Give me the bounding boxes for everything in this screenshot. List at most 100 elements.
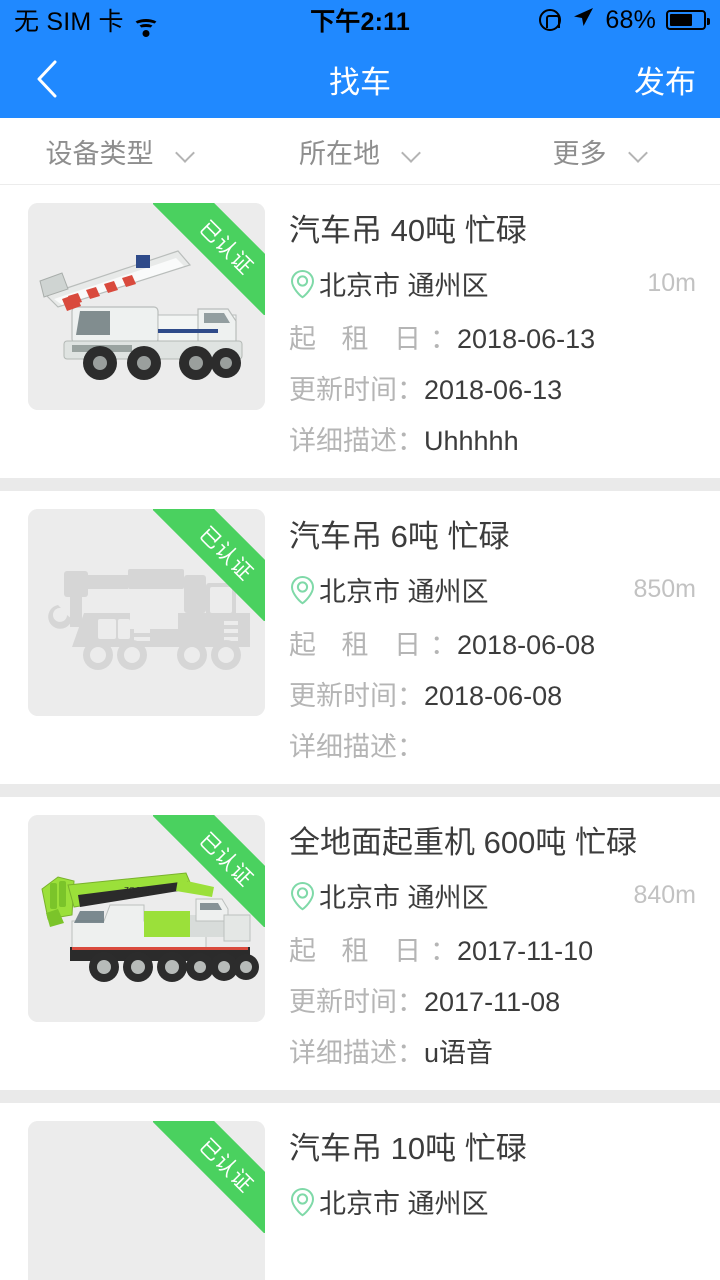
chevron-left-icon xyxy=(37,60,57,98)
listing-location: 北京市 通州区 xyxy=(319,577,489,607)
filter-more-label: 更多 xyxy=(552,138,607,169)
list-item[interactable]: 已认证 汽车吊 10吨 忙碌 北京市 通州区 xyxy=(0,1103,720,1280)
list-item[interactable]: ZOOMLION 已认证 全地面起重机 600吨 忙碌 北京市 通州区 840m… xyxy=(0,797,720,1090)
listing-update-time-row: 更新时间：2018-06-13 xyxy=(289,368,696,407)
colon: ： xyxy=(430,630,458,660)
colon: ： xyxy=(397,681,424,711)
map-pin-icon xyxy=(290,575,315,604)
listing-title: 汽车吊 10吨 忙碌 xyxy=(289,1131,527,1166)
map-pin-icon xyxy=(290,881,315,910)
listing-update-time: 2018-06-08 xyxy=(424,681,563,711)
listing-info: 汽车吊 10吨 忙碌 北京市 通州区 xyxy=(289,1121,696,1280)
listing-location: 北京市 通州区 xyxy=(319,883,489,913)
map-pin-icon xyxy=(290,269,315,298)
listing-description-row: 详细描述： xyxy=(289,725,696,764)
colon: ： xyxy=(430,324,458,354)
navigation-bar: 找车 发布 xyxy=(0,40,720,118)
filter-equipment-type-label: 设备类型 xyxy=(45,138,154,169)
description-label: 详细描述 xyxy=(289,732,397,762)
start-date-label: 起 租 日 xyxy=(289,936,431,966)
colon: ： xyxy=(397,426,424,456)
listing-distance: 840m xyxy=(633,881,696,909)
update-time-label: 更新时间 xyxy=(289,987,397,1017)
wifi-icon xyxy=(132,19,159,38)
colon: ： xyxy=(397,987,424,1017)
listing-distance: 850m xyxy=(633,575,696,603)
filter-equipment-type[interactable]: 设备类型 xyxy=(0,118,240,184)
listing-thumbnail[interactable]: 已认证 xyxy=(28,203,265,410)
listing-info: 汽车吊 6吨 忙碌 北京市 通州区 850m 起 租 日：2018-06-08 … xyxy=(289,509,696,764)
listing-thumbnail[interactable]: ZOOMLION 已认证 xyxy=(28,815,265,1022)
battery-icon xyxy=(666,10,710,30)
listing-thumbnail[interactable]: 已认证 xyxy=(28,509,265,716)
description-label: 详细描述 xyxy=(289,1038,397,1068)
chevron-down-icon xyxy=(402,146,421,157)
publish-button[interactable]: 发布 xyxy=(634,57,696,102)
listing-info: 汽车吊 40吨 忙碌 北京市 通州区 10m 起 租 日：2018-06-13 … xyxy=(289,203,696,458)
battery-percent-label: 68% xyxy=(605,5,656,34)
colon: ： xyxy=(397,732,424,762)
status-bar-left: 无 SIM 卡 xyxy=(14,2,159,38)
listing-location: 北京市 通州区 xyxy=(319,1189,489,1219)
listing-update-time: 2018-06-13 xyxy=(424,375,563,405)
listing-start-date-row: 起 租 日：2017-11-10 xyxy=(289,929,696,968)
filter-bar: 设备类型 所在地 更多 xyxy=(0,118,720,185)
listing-start-date: 2018-06-13 xyxy=(457,324,596,354)
status-bar: 无 SIM 卡 下午2:11 68% xyxy=(0,0,720,40)
carrier-label: 无 SIM 卡 xyxy=(14,8,124,36)
listing-start-date: 2017-11-10 xyxy=(457,936,594,966)
listing-list[interactable]: 已认证 汽车吊 40吨 忙碌 北京市 通州区 10m 起 租 日：2018-06… xyxy=(0,185,720,1280)
back-button[interactable] xyxy=(24,56,70,102)
rotation-lock-icon xyxy=(539,9,562,31)
colon: ： xyxy=(397,1038,424,1068)
listing-title: 汽车吊 6吨 忙碌 xyxy=(289,519,510,554)
listing-start-date-row: 起 租 日：2018-06-13 xyxy=(289,317,696,356)
listing-location-row: 北京市 通州区 850m xyxy=(289,570,696,609)
start-date-label: 起 租 日 xyxy=(289,630,431,660)
listing-update-time-row: 更新时间：2018-06-08 xyxy=(289,674,696,713)
update-time-label: 更新时间 xyxy=(289,681,397,711)
listing-location-row: 北京市 通州区 840m xyxy=(289,876,696,915)
white-truck-crane-image xyxy=(28,203,265,410)
listing-description: u语音 xyxy=(424,1038,494,1068)
listing-distance: 10m xyxy=(647,269,696,297)
page-title: 找车 xyxy=(329,64,391,100)
listing-update-time: 2017-11-08 xyxy=(424,987,561,1017)
white-truck-crane-image xyxy=(28,1121,265,1280)
listing-location-row: 北京市 通州区 10m xyxy=(289,264,696,303)
listing-start-date-row: 起 租 日：2018-06-08 xyxy=(289,623,696,662)
start-date-label: 起 租 日 xyxy=(289,324,431,354)
listing-thumbnail[interactable]: 已认证 xyxy=(28,1121,265,1280)
list-item[interactable]: 已认证 汽车吊 40吨 忙碌 北京市 通州区 10m 起 租 日：2018-06… xyxy=(0,185,720,478)
list-separator xyxy=(0,478,720,491)
list-separator xyxy=(0,784,720,797)
chevron-down-icon xyxy=(629,146,648,157)
update-time-label: 更新时间 xyxy=(289,375,397,405)
listing-title: 全地面起重机 600吨 忙碌 xyxy=(289,825,637,860)
listing-description-row: 详细描述：u语音 xyxy=(289,1031,696,1070)
listing-description-row: 详细描述：Uhhhhh xyxy=(289,419,696,458)
location-arrow-icon xyxy=(571,5,595,36)
colon: ： xyxy=(430,936,458,966)
listing-update-time-row: 更新时间：2017-11-08 xyxy=(289,980,696,1019)
placeholder-crane-image xyxy=(28,509,265,716)
status-bar-right: 68% xyxy=(539,5,710,36)
filter-more[interactable]: 更多 xyxy=(480,118,720,184)
listing-start-date: 2018-06-08 xyxy=(457,630,596,660)
svg-text:ZOOMLION: ZOOMLION xyxy=(124,886,167,895)
filter-location[interactable]: 所在地 xyxy=(240,118,480,184)
filter-location-label: 所在地 xyxy=(299,138,380,169)
green-all-terrain-crane-image: ZOOMLION xyxy=(28,815,265,1022)
colon: ： xyxy=(397,375,424,405)
listing-description: Uhhhhh xyxy=(424,426,519,456)
listing-location: 北京市 通州区 xyxy=(319,271,489,301)
listing-title: 汽车吊 40吨 忙碌 xyxy=(289,213,527,248)
description-label: 详细描述 xyxy=(289,426,397,456)
listing-info: 全地面起重机 600吨 忙碌 北京市 通州区 840m 起 租 日：2017-1… xyxy=(289,815,696,1070)
app-screen: 无 SIM 卡 下午2:11 68% 找车 发布 设备类型 所在地 更多 已认证… xyxy=(0,0,720,1280)
listing-location-row: 北京市 通州区 xyxy=(289,1182,696,1221)
list-separator xyxy=(0,1090,720,1103)
map-pin-icon xyxy=(290,1187,315,1216)
chevron-down-icon xyxy=(176,146,195,157)
list-item[interactable]: 已认证 汽车吊 6吨 忙碌 北京市 通州区 850m 起 租 日：2018-06… xyxy=(0,491,720,784)
